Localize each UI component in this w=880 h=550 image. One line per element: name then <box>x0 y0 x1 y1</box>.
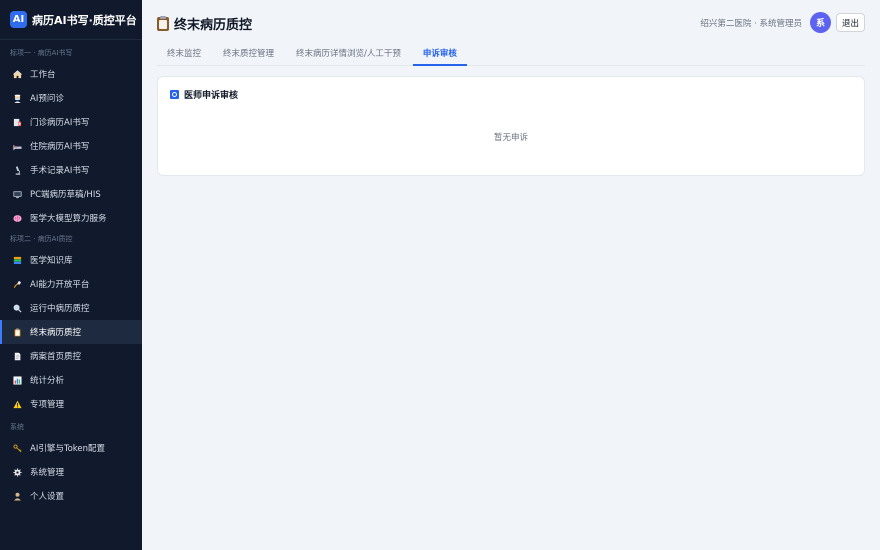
sidebar-item-ai-open-platform[interactable]: AI能力开放平台 <box>0 272 142 296</box>
tab-final-qc-management[interactable]: 终末质控管理 <box>213 44 284 66</box>
key-icon <box>12 443 22 453</box>
monitor-icon <box>12 189 22 199</box>
sidebar-item-label: 运行中病历质控 <box>30 304 90 314</box>
avatar[interactable]: 系 <box>810 12 831 33</box>
sidebar-section-label: 系统 <box>10 423 24 431</box>
sidebar-item-label: 个人设置 <box>30 492 65 502</box>
card-title: 医师申诉审核 <box>170 88 238 101</box>
sidebar-item-label: 病案首页质控 <box>30 352 82 362</box>
page-title: 终末病历质控 <box>157 14 252 33</box>
brain-icon <box>12 213 22 223</box>
sidebar-item-label: 手术记录AI书写 <box>30 166 90 176</box>
user-info: 绍兴第二医院 · 系统管理员 <box>700 19 802 29</box>
sidebar: AI 病历AI书写·质控平台 标项一 · 病历AI书写 工作台 AI预问诊 门诊… <box>0 0 142 550</box>
review-icon <box>170 90 179 99</box>
sidebar-item-compute-service[interactable]: 医学大模型算力服务 <box>0 206 142 230</box>
empty-state-text: 暂无申诉 <box>493 133 528 143</box>
clinic-icon <box>12 117 22 127</box>
sidebar-item-label: 工作台 <box>30 70 56 80</box>
sidebar-item-label: 系统管理 <box>30 468 65 478</box>
sidebar-item-front-page-qc[interactable]: 病案首页质控 <box>0 344 142 368</box>
sidebar-item-statistics[interactable]: 统计分析 <box>0 368 142 392</box>
page-title-text: 终末病历质控 <box>174 18 253 33</box>
sidebar-item-label: AI能力开放平台 <box>30 280 90 290</box>
sidebar-group-2: 医学知识库 AI能力开放平台 运行中病历质控 终末病历质控 病案首页质控 统计分… <box>0 248 142 416</box>
sidebar-section-label: 标项二 · 病历AI质控 <box>10 235 73 243</box>
sidebar-item-inpatient-ai[interactable]: 住院病历AI书写 <box>0 134 142 158</box>
sidebar-group-1: 工作台 AI预问诊 门诊病历AI书写 住院病历AI书写 手术记录AI书写 PC端… <box>0 62 142 230</box>
sidebar-item-label: 门诊病历AI书写 <box>30 118 90 128</box>
logout-button[interactable]: 退出 <box>836 13 865 32</box>
sidebar-item-ai-engine-token[interactable]: AI引擎与Token配置 <box>0 436 142 460</box>
gear-icon <box>12 467 22 477</box>
sidebar-item-label: 医学大模型算力服务 <box>30 214 107 224</box>
bed-icon <box>12 141 22 151</box>
sidebar-item-personal-settings[interactable]: 个人设置 <box>0 484 142 508</box>
sidebar-item-surgery-ai[interactable]: 手术记录AI书写 <box>0 158 142 182</box>
appeal-review-card: 医师申诉审核 暂无申诉 <box>157 76 865 176</box>
tab-bar: 终末监控 终末质控管理 终末病历详情浏览/人工干预 申诉审核 <box>157 44 865 66</box>
clipboard-icon <box>157 15 169 31</box>
sidebar-item-system-management[interactable]: 系统管理 <box>0 460 142 484</box>
brand-title: 病历AI书写·质控平台 <box>32 13 137 27</box>
home-icon <box>12 69 22 79</box>
sidebar-item-workbench[interactable]: 工作台 <box>0 62 142 86</box>
sidebar-item-label: AI引擎与Token配置 <box>30 444 106 454</box>
warning-icon <box>12 399 22 409</box>
user-icon <box>12 491 22 501</box>
sidebar-item-outpatient-ai[interactable]: 门诊病历AI书写 <box>0 110 142 134</box>
sidebar-item-ai-preconsult[interactable]: AI预问诊 <box>0 86 142 110</box>
sidebar-item-label: 专项管理 <box>30 400 65 410</box>
microscope-icon <box>12 165 22 175</box>
sidebar-item-pc-draft-his[interactable]: PC端病历草稿/HIS <box>0 182 142 206</box>
magnifier-icon <box>12 303 22 313</box>
sidebar-item-running-qc[interactable]: 运行中病历质控 <box>0 296 142 320</box>
tab-final-monitoring[interactable]: 终末监控 <box>157 44 211 66</box>
sidebar-item-label: 医学知识库 <box>30 256 73 266</box>
sidebar-item-label: 住院病历AI书写 <box>30 142 90 152</box>
sidebar-item-label: 统计分析 <box>30 376 65 386</box>
brand-logo: AI <box>10 11 27 28</box>
sidebar-item-label: AI预问诊 <box>30 94 64 104</box>
sidebar-item-special-management[interactable]: 专项管理 <box>0 392 142 416</box>
doctor-icon <box>12 93 22 103</box>
sidebar-group-3: AI引擎与Token配置 系统管理 个人设置 <box>0 436 142 508</box>
books-icon <box>12 255 22 265</box>
plug-icon <box>12 279 22 289</box>
sidebar-item-label: 终末病历质控 <box>30 328 82 338</box>
bar-chart-icon <box>12 375 22 385</box>
sidebar-section-label: 标项一 · 病历AI书写 <box>10 49 73 57</box>
sidebar-item-knowledge-base[interactable]: 医学知识库 <box>0 248 142 272</box>
sidebar-item-label: PC端病历草稿/HIS <box>30 190 101 200</box>
brand: AI 病历AI书写·质控平台 <box>0 0 142 40</box>
document-icon <box>12 351 22 361</box>
tab-record-detail-intervention[interactable]: 终末病历详情浏览/人工干预 <box>286 44 411 66</box>
card-title-text: 医师申诉审核 <box>184 91 239 101</box>
header: 终末病历质控 绍兴第二医院 · 系统管理员 系 退出 <box>142 0 880 46</box>
clipboard-icon <box>12 327 22 337</box>
sidebar-item-final-qc[interactable]: 终末病历质控 <box>0 320 142 344</box>
tab-appeal-review[interactable]: 申诉审核 <box>412 44 467 66</box>
